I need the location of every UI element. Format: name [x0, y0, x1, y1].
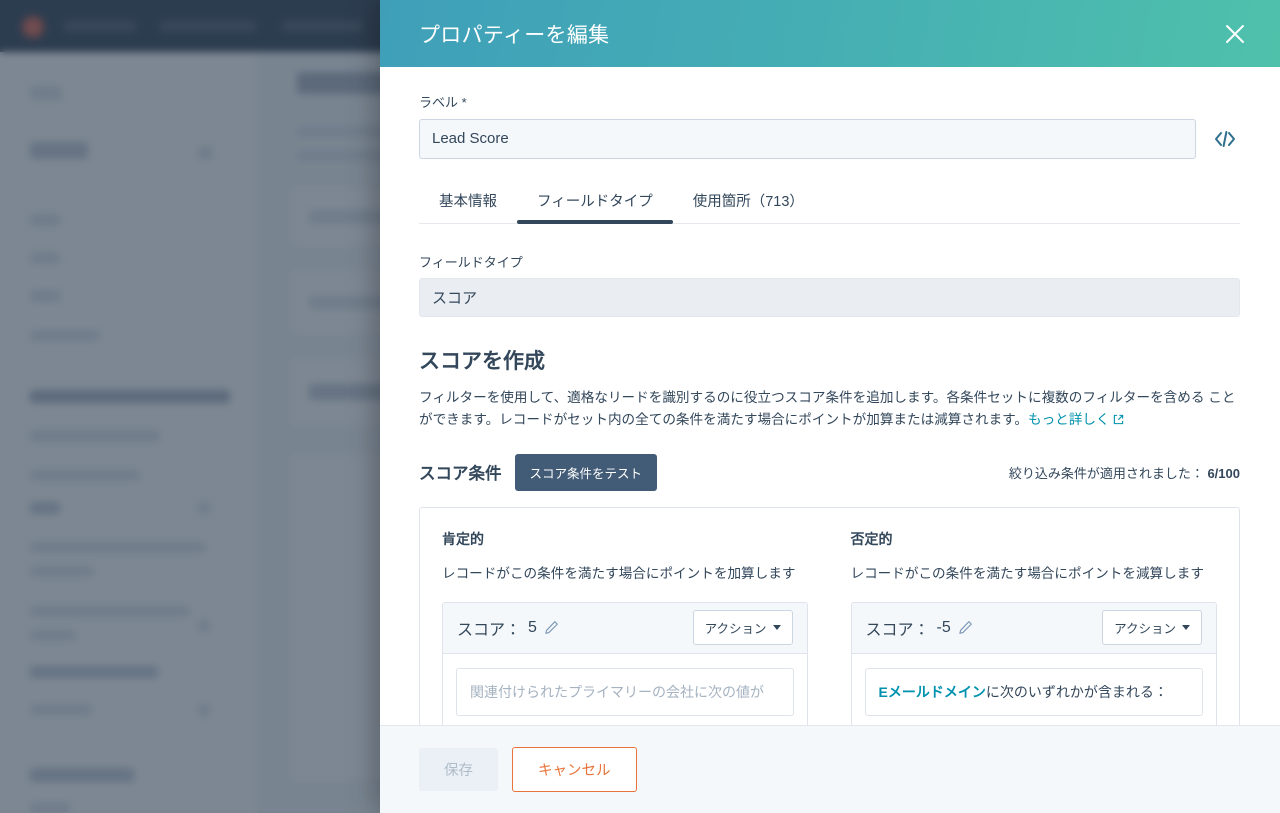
field-type-value[interactable]: スコア: [419, 277, 1240, 317]
negative-actions-label: アクション: [1114, 622, 1176, 637]
tab-bar: 基本情報 フィールドタイプ 使用箇所（713）: [419, 190, 1240, 224]
positive-actions-label: アクション: [704, 622, 767, 637]
score-conditions-card: 肯定的 レコードがこの条件を満たす場合にポイントを加算します スコア： 5 アク…: [419, 506, 1240, 725]
filters-applied-value: 6/100: [1207, 465, 1240, 481]
score-section-description: フィルターを使用して、適格なリードを識別するのに役立つスコア条件を追加します。各…: [419, 387, 1240, 432]
tab-usage[interactable]: 使用箇所（713）: [673, 190, 824, 223]
cancel-button[interactable]: キャンセル: [512, 747, 637, 792]
modal-footer: 保存 キャンセル: [380, 725, 1280, 813]
field-type-label: フィールドタイプ: [419, 254, 523, 270]
positive-score-set-body: 関連付けられたプライマリーの会社に次の値が: [443, 653, 807, 725]
label-field-row: [419, 118, 1240, 159]
label-field-label: ラベル *: [419, 95, 467, 110]
filters-applied-label: 絞り込み条件が適用されました：: [1008, 465, 1204, 481]
pencil-icon-glyph: [545, 621, 558, 635]
negative-column-subtitle: レコードがこの条件を満たす場合にポイントを減算します: [850, 565, 1204, 581]
edit-property-modal: プロパティーを編集 ラベル * 基本情報 フィールドタイプ 使用箇所（713） …: [380, 0, 1280, 813]
positive-filter-text: 関連付けられたプライマリーの会社に次の値が: [470, 683, 764, 700]
pencil-icon-glyph: [959, 621, 972, 635]
label-input[interactable]: [419, 118, 1196, 159]
description-line-1: フィルターを使用して、適格なリードを識別するのに役立つスコア条件を追加します。各…: [419, 389, 1205, 405]
external-link-icon-glyph: [1113, 414, 1123, 425]
filters-applied-status: 絞り込み条件が適用されました： 6/100: [1009, 463, 1240, 482]
positive-column-subtitle: レコードがこの条件を満たす場合にポイントを加算します: [442, 565, 796, 581]
negative-score-prefix: スコア：: [865, 621, 930, 639]
positive-score-set: スコア： 5 アクション 関連付けられたプライマリーの会社に次の値が: [442, 601, 808, 725]
test-score-conditions-button[interactable]: スコア条件をテスト: [514, 453, 658, 491]
positive-score-label: スコア： 5: [457, 616, 559, 640]
modal-title: プロパティーを編集: [419, 23, 610, 47]
tab-field-type[interactable]: フィールドタイプ: [517, 190, 673, 224]
chevron-down-icon: [1182, 625, 1190, 631]
negative-score-set-body: Eメールドメインに次のいずれかが含まれる：: [851, 653, 1216, 725]
score-conditions-header: スコア条件 スコア条件をテスト 絞り込み条件が適用されました： 6/100: [419, 453, 1240, 491]
negative-filter-text: に次のいずれかが含まれる：: [985, 683, 1168, 700]
positive-conditions-column: 肯定的 レコードがこの条件を満たす場合にポイントを加算します スコア： 5 アク…: [420, 508, 830, 725]
positive-score-value: 5: [528, 618, 537, 636]
negative-score-set-header: スコア： -5 アクション: [851, 602, 1216, 654]
close-icon[interactable]: [1218, 17, 1252, 51]
tab-basic-info[interactable]: 基本情報: [419, 190, 517, 223]
learn-more-link[interactable]: もっと詳しく: [1028, 412, 1110, 427]
save-button[interactable]: 保存: [419, 748, 498, 791]
close-icon-glyph: [1226, 24, 1244, 43]
pencil-icon[interactable]: [544, 620, 559, 635]
positive-column-title: 肯定的: [442, 530, 484, 547]
negative-column-title: 否定的: [850, 530, 893, 547]
positive-score-set-header: スコア： 5 アクション: [443, 602, 807, 654]
chevron-down-icon: [772, 625, 781, 631]
modal-header: プロパティーを編集: [380, 0, 1280, 67]
negative-filter-property: Eメールドメイン: [878, 683, 986, 700]
negative-score-label: スコア： -5: [866, 616, 973, 640]
external-link-icon: [1113, 410, 1124, 432]
positive-actions-button[interactable]: アクション: [692, 610, 793, 646]
pencil-icon[interactable]: [958, 620, 973, 635]
positive-score-prefix: スコア：: [457, 621, 522, 639]
modal-body: ラベル * 基本情報 フィールドタイプ 使用箇所（713） フィールドタイプ ス…: [380, 67, 1280, 725]
score-section-heading: スコアを作成: [419, 349, 545, 373]
positive-filter-row[interactable]: 関連付けられたプライマリーの会社に次の値が: [456, 667, 794, 717]
negative-score-value: -5: [936, 618, 951, 636]
negative-conditions-column: 否定的 レコードがこの条件を満たす場合にポイントを減算します スコア： -5 ア…: [830, 508, 1240, 725]
code-snippet-icon[interactable]: [1210, 124, 1240, 154]
negative-filter-row[interactable]: Eメールドメインに次のいずれかが含まれる：: [864, 667, 1203, 717]
negative-actions-button[interactable]: アクション: [1102, 610, 1202, 646]
code-icon-glyph: [1215, 130, 1235, 147]
score-conditions-title: スコア条件: [419, 465, 502, 484]
negative-score-set: スコア： -5 アクション Eメールドメインに次のいずれかが含まれる：: [850, 601, 1217, 725]
